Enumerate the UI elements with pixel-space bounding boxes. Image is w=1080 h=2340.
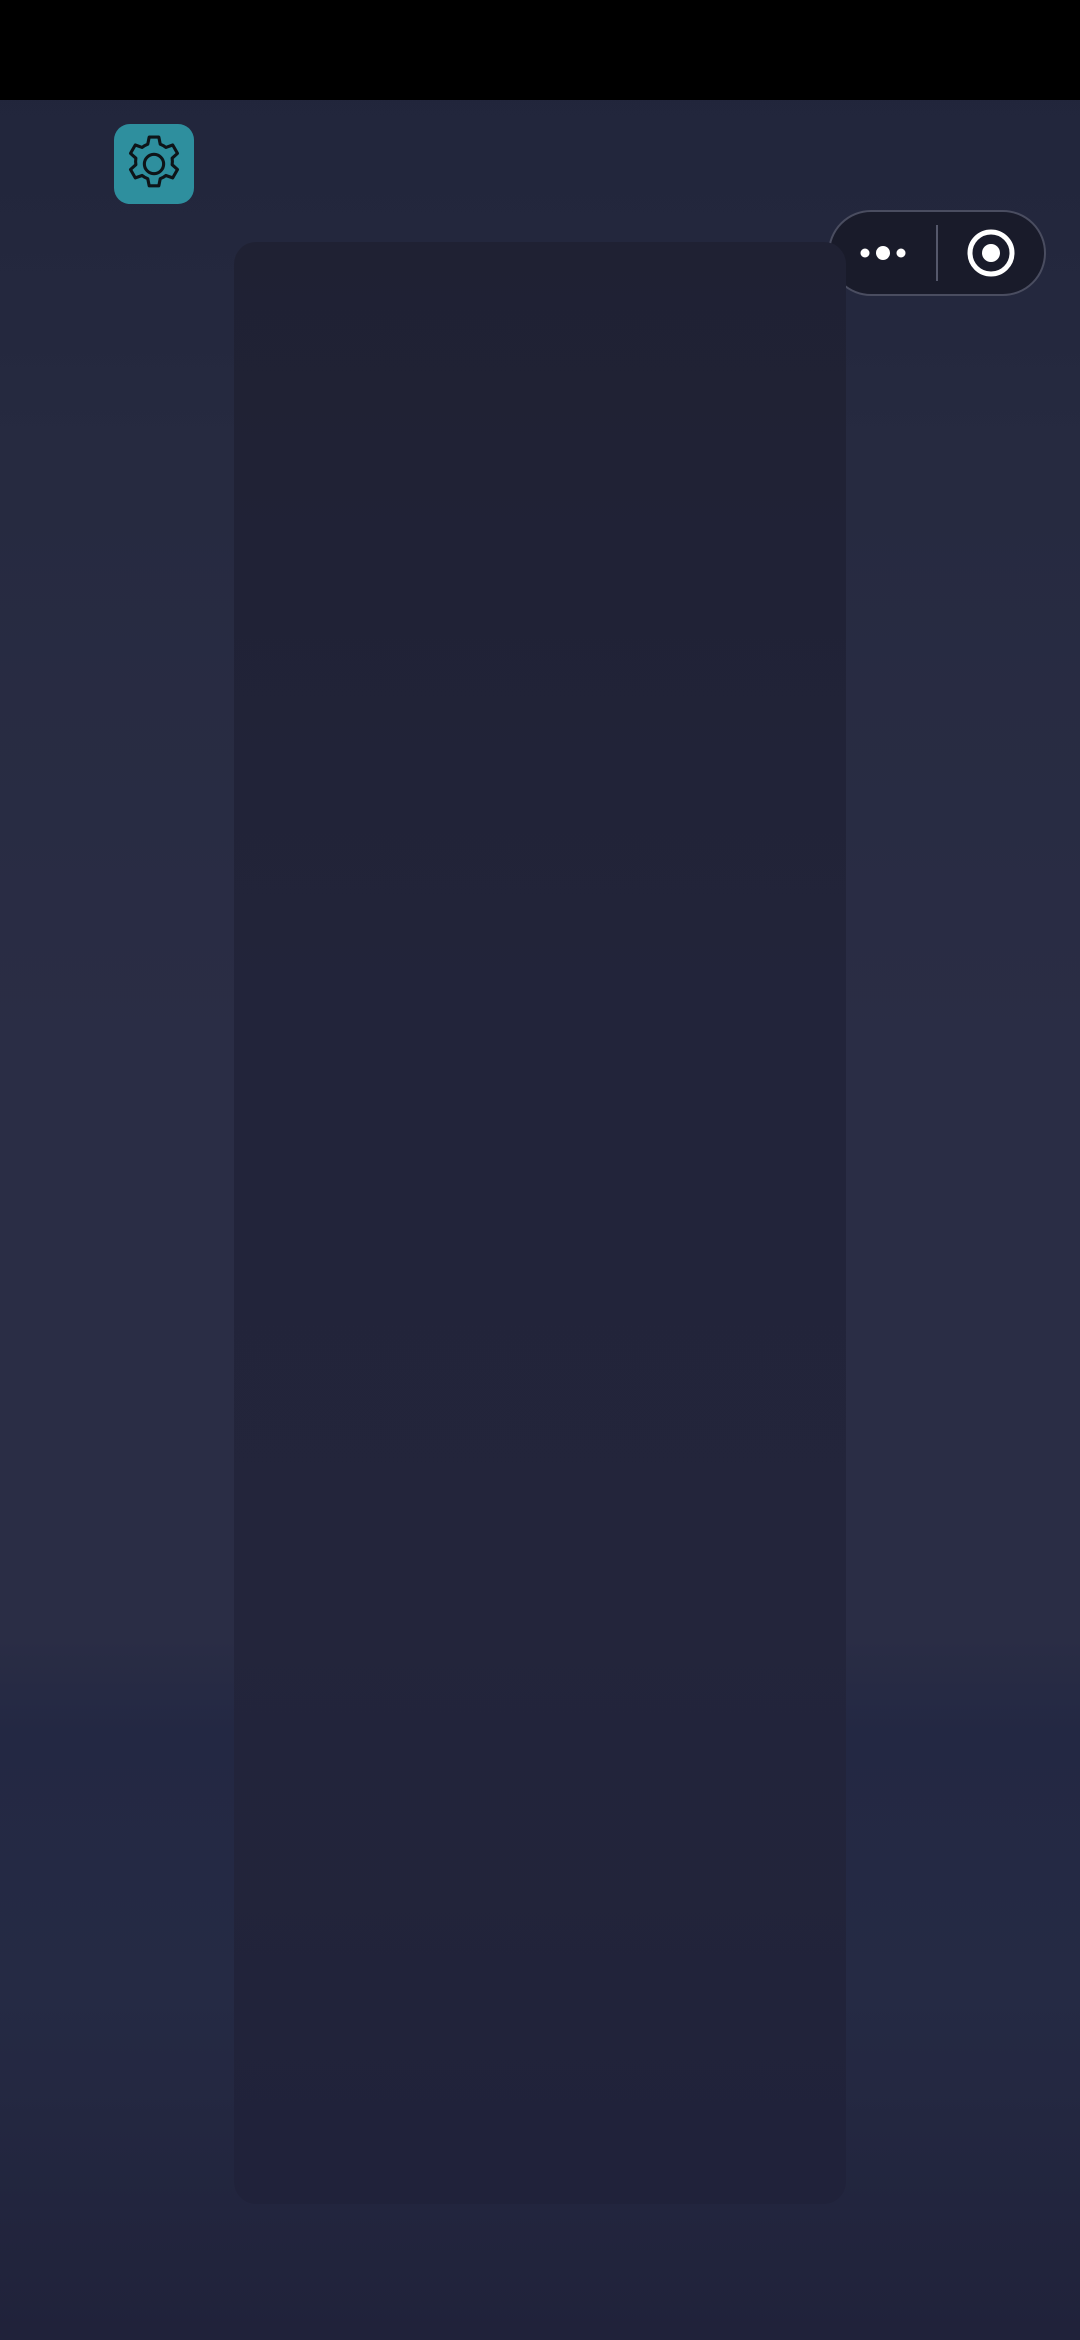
gear-icon (128, 135, 180, 188)
settings-button[interactable] (114, 124, 194, 204)
close-button[interactable] (938, 212, 1044, 294)
more-dots-icon (860, 246, 906, 260)
mini-program-capsule (828, 210, 1046, 296)
status-bar (0, 0, 1080, 100)
target-close-icon (967, 229, 1015, 277)
content-panel (234, 242, 846, 2204)
